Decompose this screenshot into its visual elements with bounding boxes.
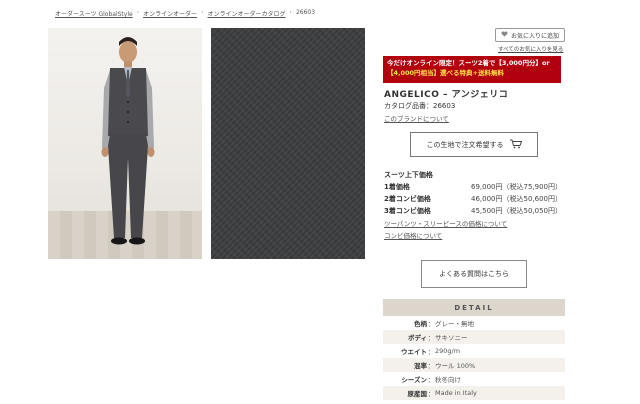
- detail-row: 色柄： グレー・無地: [383, 316, 565, 330]
- breadcrumb-separator: ›: [136, 9, 140, 16]
- detail-colon: ：: [427, 320, 435, 328]
- detail-row: 原産国： Made in Italy: [383, 386, 565, 400]
- breadcrumb: オーダースーツ GlobalStyle › オンラインオーダー › オンラインオ…: [55, 9, 315, 18]
- model-photo[interactable]: [48, 28, 202, 259]
- detail-value: Made in Italy: [435, 389, 477, 397]
- price-row: 2着コンビ価格 46,000円（税込50,600円）: [384, 194, 562, 204]
- detail-row: ボディ： サキソニー: [383, 330, 565, 344]
- detail-row: 混率： ウール 100%: [383, 358, 565, 372]
- breadcrumb-current: 26603: [295, 9, 316, 16]
- breadcrumb-separator: ›: [289, 9, 292, 16]
- breadcrumb-link-globalstyle[interactable]: オーダースーツ GlobalStyle: [55, 9, 133, 18]
- detail-value: グレー・無地: [435, 320, 474, 328]
- detail-colon: ：: [427, 376, 435, 384]
- order-fabric-button[interactable]: この生地で注文希望する: [410, 132, 538, 157]
- detail-key: ボディ: [407, 334, 427, 342]
- detail-key: シーズン: [401, 376, 427, 384]
- breadcrumb-link-online-order[interactable]: オンラインオーダー: [143, 9, 197, 18]
- brand-about-link[interactable]: このブランドについて: [384, 113, 449, 123]
- detail-colon: ：: [427, 362, 435, 370]
- price-value: 69,000円（税込75,900円）: [471, 183, 562, 191]
- combi-price-link[interactable]: コンビ価格について: [384, 230, 442, 240]
- detail-value: ウール 100%: [435, 362, 476, 370]
- price-heading: スーツ上下価格: [384, 171, 433, 179]
- catalog-number: カタログ品番：26603: [384, 102, 456, 110]
- cart-icon: [509, 139, 522, 151]
- favorites-list-link[interactable]: すべてのお気に入りを見る: [498, 45, 563, 53]
- model-figure-image: [101, 37, 155, 245]
- detail-colon: ：: [427, 348, 435, 356]
- detail-key: 混率: [414, 362, 427, 370]
- detail-key: ウエイト: [401, 348, 427, 356]
- two-pants-price-link[interactable]: ツーパンツ・スリーピースの価格について: [384, 218, 507, 228]
- price-row: 1着価格 69,000円（税込75,900円）: [384, 182, 562, 192]
- price-value: 46,000円（税込50,600円）: [471, 195, 562, 203]
- price-label: 1着価格: [384, 183, 410, 191]
- promo-banner[interactable]: 今だけオンライン限定！スーツ2着で【3,000円分】or 【4,000円相当】選…: [383, 56, 561, 83]
- detail-key: 原産国: [407, 390, 428, 398]
- heart-icon: [501, 31, 508, 39]
- breadcrumb-separator: ›: [201, 9, 204, 16]
- detail-value: 秋冬向け: [435, 376, 461, 384]
- price-label: 2着コンビ価格: [384, 195, 431, 203]
- price-row: 3着コンビ価格 45,500円（税込50,050円）: [384, 206, 562, 216]
- detail-value: サキソニー: [435, 334, 468, 342]
- detail-row: ウエイト： 290g/m: [383, 344, 565, 358]
- fabric-swatch-image[interactable]: [211, 28, 365, 259]
- detail-heading: DETAIL: [383, 299, 565, 316]
- detail-colon: ：: [427, 334, 435, 342]
- detail-key: 色柄: [414, 320, 427, 328]
- promo-line-2: 【4,000円相当】選べる特典+送料無料: [387, 68, 505, 77]
- add-favorite-label: お気に入りに追加: [510, 32, 559, 40]
- order-button-label: この生地で注文希望する: [426, 140, 504, 149]
- price-label: 3着コンビ価格: [384, 207, 431, 215]
- product-title: ANGELICO – アンジェリコ: [384, 90, 509, 100]
- promo-line-1: 今だけオンライン限定！スーツ2着で【3,000円分】or: [387, 59, 550, 67]
- detail-colon: ：: [427, 390, 435, 398]
- breadcrumb-link-catalog[interactable]: オンラインオーダーカタログ: [208, 9, 286, 18]
- detail-value: 290g/m: [435, 347, 461, 355]
- price-value: 45,500円（税込50,050円）: [471, 207, 562, 215]
- faq-button[interactable]: よくある質問はこちら: [421, 260, 527, 288]
- add-favorite-button[interactable]: お気に入りに追加: [495, 28, 565, 42]
- detail-row: シーズン： 秋冬向け: [383, 372, 565, 386]
